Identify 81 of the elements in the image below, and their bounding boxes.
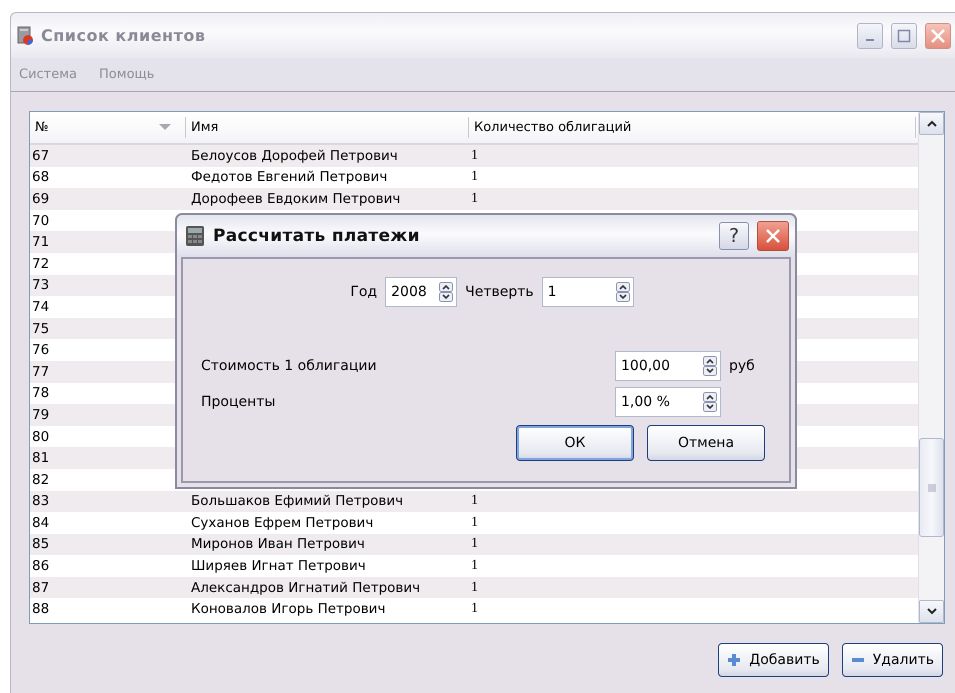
caret-down-icon <box>926 608 936 615</box>
table-cell-text: Ширяев Игнат Петрович <box>190 558 367 574</box>
table-cell-text: 80 <box>31 428 50 445</box>
table-cell-text: Большаков Ефимий Петрович <box>190 493 404 510</box>
unit-label: руб <box>729 358 756 374</box>
column-header[interactable]: Имя <box>186 117 469 138</box>
table-cell-text: 74 <box>31 298 50 315</box>
add-button[interactable]: Добавить <box>718 643 829 677</box>
calculator-icon <box>185 225 205 247</box>
spin-button[interactable] <box>703 356 717 376</box>
scroll-up-button[interactable] <box>919 112 944 135</box>
table-cell-text: Миронов Иван Петрович <box>190 536 366 552</box>
maximize-icon <box>897 28 911 42</box>
field-label: Проценты <box>201 394 276 410</box>
help-button[interactable]: ? <box>719 222 749 250</box>
scroll-thumb[interactable] <box>919 438 944 537</box>
table-cell-text: 69 <box>31 190 50 207</box>
quarter-field[interactable]: 1 <box>542 277 634 307</box>
table-cell-text: 1 <box>470 148 479 164</box>
table-cell-text: 1 <box>470 514 479 531</box>
dialog-title: Рассчитать платежи <box>213 226 421 246</box>
table-cell-text: 68 <box>31 169 50 186</box>
table-cell-text: Федотов Евгений Петрович <box>190 169 388 186</box>
table-cell-text: 1 <box>470 558 479 574</box>
grip-icon <box>926 484 936 492</box>
table-cell-text: 78 <box>31 385 50 402</box>
table-cell-text: 87 <box>31 580 50 596</box>
close-icon <box>765 228 781 244</box>
table-cell-text: 82 <box>31 472 50 488</box>
table-cell-text: 1 <box>470 601 479 618</box>
maximize-button[interactable] <box>891 22 917 48</box>
year-field[interactable]: 2008 <box>385 277 458 307</box>
table-cell-text: 81 <box>31 450 50 466</box>
table-cell-text: 70 <box>31 212 50 229</box>
minimize-button[interactable] <box>857 22 883 48</box>
number-field[interactable]: 100,00 <box>615 351 721 381</box>
scrollbar[interactable] <box>918 112 944 623</box>
table-cell-text: 88 <box>31 601 50 618</box>
column-header[interactable]: № <box>30 117 186 138</box>
quarter-label: Четверть <box>465 284 534 300</box>
table-cell-text: Суханов Ефрем Петрович <box>190 514 374 531</box>
minimize-icon <box>866 38 874 40</box>
plus-icon <box>727 653 742 667</box>
table-cell-text: 75 <box>31 320 50 337</box>
window-title: Список клиентов <box>41 26 206 45</box>
table-cell-text: 1 <box>470 190 479 207</box>
table-cell-text: 77 <box>31 364 50 380</box>
table-cell-text: Дорофеев Евдоким Петрович <box>190 190 402 207</box>
table-cell-text: 1 <box>470 169 479 186</box>
table-cell-text: 85 <box>31 536 50 552</box>
app-icon <box>17 26 35 46</box>
table-cell-text: Коновалов Игорь Петрович <box>190 601 386 618</box>
caret-up-icon <box>926 120 936 127</box>
table-cell-text: 71 <box>31 234 50 250</box>
table-cell-text: 1 <box>470 493 479 510</box>
table-cell-text: 79 <box>31 406 50 423</box>
table-cell-text: 76 <box>31 342 50 358</box>
cancel-button[interactable]: Отмена <box>647 425 765 461</box>
table-cell-text: 72 <box>31 256 50 272</box>
table-cell-text: 67 <box>31 148 50 164</box>
close-button[interactable] <box>925 22 951 48</box>
field-label: Стоимость 1 облигации <box>201 358 378 374</box>
column-header[interactable]: Количество облигаций <box>469 117 916 138</box>
scroll-down-button[interactable] <box>919 600 944 623</box>
table-cell-text: 73 <box>31 277 50 294</box>
close-button[interactable] <box>757 221 789 251</box>
table-cell-text: 1 <box>470 580 479 596</box>
table-cell-text: Александров Игнатий Петрович <box>190 580 422 596</box>
table-cell-text: 83 <box>31 493 50 510</box>
spin-button[interactable] <box>616 282 630 302</box>
table-cell-text: Белоусов Дорофей Петрович <box>190 148 399 164</box>
year-label: Год <box>350 284 378 300</box>
number-field[interactable]: 1,00 % <box>615 387 721 417</box>
spin-button[interactable] <box>439 282 454 302</box>
ok-button[interactable]: ОК <box>516 425 634 461</box>
spin-button[interactable] <box>703 392 717 412</box>
table-cell-text: 1 <box>470 536 479 552</box>
table-cell-text: 84 <box>31 514 50 531</box>
close-icon <box>930 28 946 44</box>
remove-button[interactable]: Удалить <box>842 643 943 677</box>
table-cell-text: 86 <box>31 558 50 574</box>
